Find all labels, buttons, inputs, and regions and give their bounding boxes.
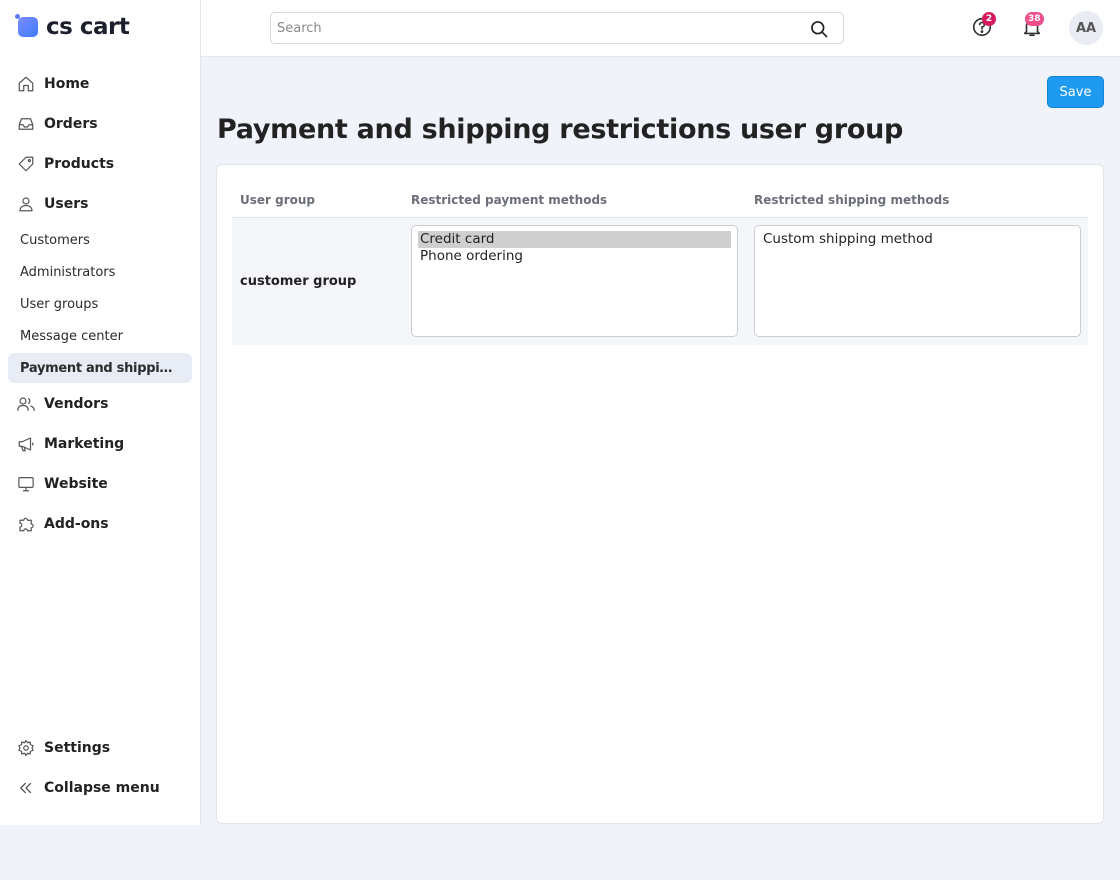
sidebar-item-products[interactable]: Products: [8, 149, 192, 179]
table-row: customer group Credit card Phone orderin…: [232, 218, 1088, 345]
sidebar-subitem-label: User groups: [20, 296, 99, 312]
logo-mark-icon: [15, 14, 38, 37]
search-box: [270, 12, 844, 44]
sidebar-subitem-administrators[interactable]: Administrators: [8, 257, 192, 287]
sidebar-item-users[interactable]: Users: [8, 189, 192, 219]
logo-text: cs cart: [46, 14, 130, 40]
sidebar-item-label: Orders: [44, 116, 98, 132]
sidebar-item-label: Products: [44, 156, 115, 172]
column-header-user-group: User group: [240, 193, 316, 207]
sidebar-subitem-user-groups[interactable]: User groups: [8, 289, 192, 319]
sidebar-item-orders[interactable]: Orders: [8, 109, 192, 139]
user-icon: [16, 194, 36, 214]
sidebar-subitem-label: Payment and shipping restrictions user g…: [20, 360, 176, 376]
inbox-icon: [16, 114, 36, 134]
help-count-badge: 2: [982, 12, 996, 26]
users-icon: [16, 394, 36, 414]
sidebar-item-label: Vendors: [44, 396, 109, 412]
column-header-shipping-methods: Restricted shipping methods: [754, 193, 950, 207]
page-title: Payment and shipping restrictions user g…: [217, 114, 904, 145]
notifications-button[interactable]: 38: [1021, 12, 1045, 40]
help-button[interactable]: 2: [971, 12, 996, 40]
shipping-methods-select[interactable]: Custom shipping method: [754, 225, 1081, 337]
notifications-count-badge: 38: [1025, 12, 1044, 26]
puzzle-icon: [16, 514, 36, 534]
restrictions-card: User group Restricted payment methods Re…: [216, 164, 1104, 824]
search-input[interactable]: [271, 13, 791, 43]
payment-option-phone-ordering[interactable]: Phone ordering: [418, 248, 731, 265]
search-icon[interactable]: [809, 19, 829, 43]
home-icon: [16, 74, 36, 94]
sidebar-item-website[interactable]: Website: [8, 469, 192, 499]
sidebar-item-label: Settings: [44, 740, 111, 756]
tag-icon: [16, 154, 36, 174]
user-avatar[interactable]: AA: [1069, 11, 1103, 45]
sidebar-item-label: Marketing: [44, 436, 125, 452]
shipping-option-custom[interactable]: Custom shipping method: [761, 231, 1074, 248]
sidebar-item-label: Home: [44, 76, 90, 92]
sidebar-subitem-label: Customers: [20, 232, 90, 248]
sidebar-item-vendors[interactable]: Vendors: [8, 389, 192, 419]
payment-option-credit-card[interactable]: Credit card: [418, 231, 731, 248]
sidebar-subitem-label: Message center: [20, 328, 123, 344]
sidebar-subitem-message-center[interactable]: Message center: [8, 321, 192, 351]
sidebar-item-settings[interactable]: Settings: [8, 733, 192, 763]
top-bar: 2 38 AA: [201, 0, 1120, 57]
sidebar-item-marketing[interactable]: Marketing: [8, 429, 192, 459]
logo[interactable]: cs cart: [15, 12, 130, 42]
chevrons-left-icon: [16, 778, 36, 798]
payment-methods-select[interactable]: Credit card Phone ordering: [411, 225, 738, 337]
sidebar-item-home[interactable]: Home: [8, 69, 192, 99]
sidebar-item-label: Website: [44, 476, 108, 492]
user-group-name: customer group: [240, 274, 357, 289]
sidebar-subitem-label: Administrators: [20, 264, 116, 280]
column-header-payment-methods: Restricted payment methods: [411, 193, 608, 207]
sidebar-subitem-payment-shipping-restrictions[interactable]: Payment and shipping restrictions user g…: [8, 353, 192, 383]
megaphone-icon: [16, 434, 36, 454]
save-button[interactable]: Save: [1047, 76, 1104, 108]
sidebar-item-addons[interactable]: Add-ons: [8, 509, 192, 539]
sidebar: cs cart Home Orders Products Users Custo…: [0, 0, 201, 825]
sidebar-item-label: Add-ons: [44, 516, 109, 532]
monitor-icon: [16, 474, 36, 494]
collapse-menu-label: Collapse menu: [44, 780, 160, 796]
sidebar-item-label: Users: [44, 196, 89, 212]
collapse-menu-button[interactable]: Collapse menu: [8, 773, 192, 803]
sidebar-subitem-customers[interactable]: Customers: [8, 225, 192, 255]
gear-icon: [16, 738, 36, 758]
